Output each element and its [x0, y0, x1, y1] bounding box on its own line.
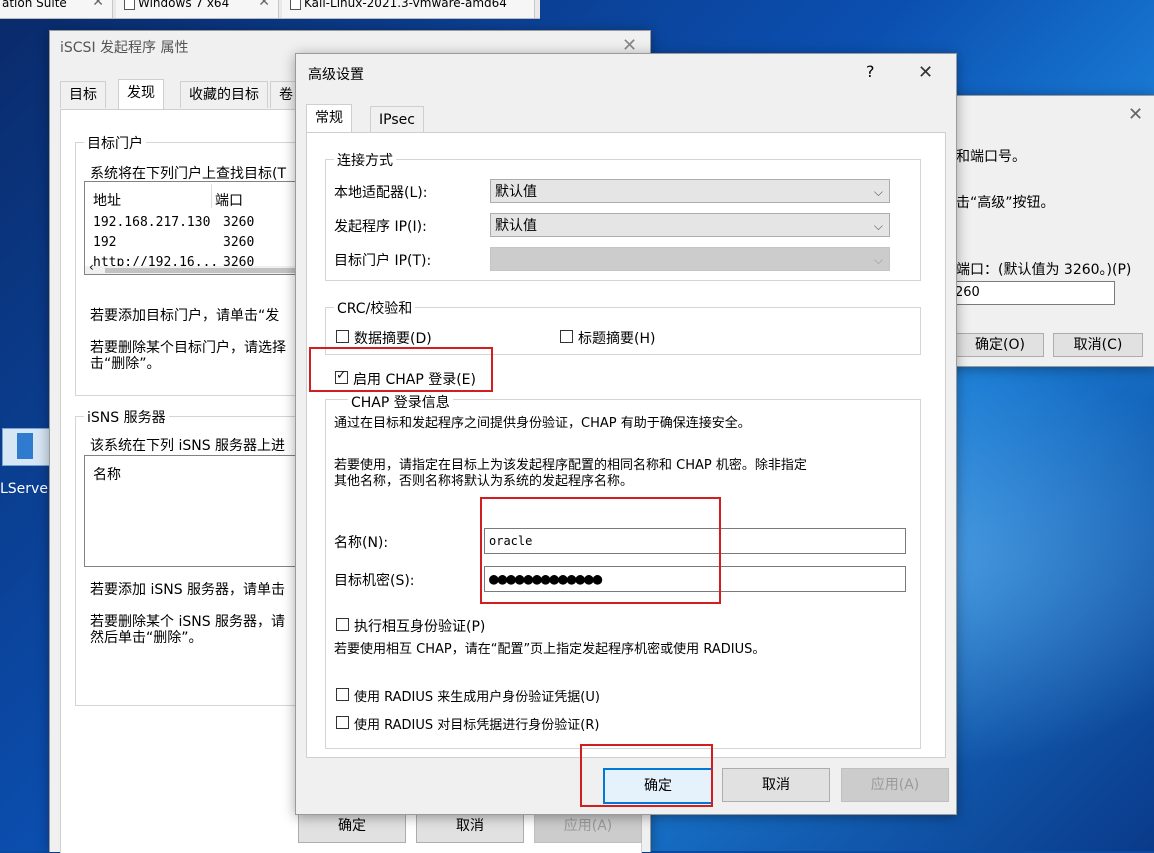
local-adapter-value: 默认值 [495, 184, 537, 200]
vm-tab-strip: ation Suite ✕ Windows 7 x64 ✕ Kali-Linux… [0, 0, 540, 19]
annotation-highlight-enable-chap [309, 347, 493, 392]
vm-tab-1[interactable]: Windows 7 x64 ✕ [116, 0, 279, 18]
portals-description: 系统将在下列门户上查找目标(T [90, 166, 287, 182]
vm-tab-0[interactable]: ation Suite ✕ [0, 0, 113, 18]
server-manager-icon[interactable] [2, 428, 50, 466]
initiator-ip-label: 发起程序 IP(I): [334, 219, 427, 235]
isns-description: 该系统在下列 iSNS 服务器上进 [90, 438, 286, 454]
radius-authenticate-checkbox[interactable] [336, 716, 349, 729]
ok-button[interactable]: 确定(O) [956, 333, 1044, 357]
initiator-ip-value: 默认值 [495, 218, 537, 234]
tab-general[interactable]: 常规 [306, 104, 352, 135]
close-icon[interactable]: ✕ [92, 0, 104, 9]
target-portal-ip-select: ⌵ [490, 247, 890, 271]
tab-ipsec[interactable]: IPsec [370, 106, 424, 133]
vm-tab-label: ation Suite [2, 0, 67, 10]
portal-instruction-2: 击“高级”按钮。 [956, 195, 1055, 211]
scroll-left-icon[interactable]: ‹ [89, 260, 94, 274]
cancel-button[interactable]: 取消 [722, 768, 830, 802]
header-digest-checkbox[interactable] [560, 330, 573, 343]
chevron-down-icon: ⌵ [873, 185, 883, 199]
portal-address[interactable]: 192 [93, 235, 116, 250]
vm-tab-label: Windows 7 x64 [138, 0, 230, 10]
desktop-icon-label: LServe [0, 481, 48, 497]
column-header-address: 地址 [93, 193, 121, 209]
chap-description: 通过在目标和发起程序之间提供身份验证，CHAP 有助于确保连接安全。 [334, 416, 751, 431]
tab-favorite-targets[interactable]: 收藏的目标 [180, 81, 268, 108]
vm-icon [290, 0, 301, 10]
annotation-highlight-credentials [480, 497, 721, 604]
group-legend: CRC/校验和 [334, 298, 416, 318]
local-adapter-select[interactable]: 默认值 ⌵ [490, 179, 890, 203]
connect-using-group: 连接方式 本地适配器(L): 默认值 ⌵ 发起程序 IP(I): 默认值 ⌵ 目… [325, 150, 921, 281]
port-label: 端口：(默认值为 3260。)(P) [956, 262, 1132, 278]
scrollbar-thumb[interactable] [105, 268, 295, 273]
radius-generate-checkbox[interactable] [336, 688, 349, 701]
chevron-down-icon: ⌵ [873, 253, 883, 267]
vm-tab-label: Kali-Linux-2021.3-vmware-amd64 [304, 0, 507, 10]
column-divider [211, 184, 212, 208]
portal-port: 3260 [223, 215, 255, 230]
chevron-down-icon: ⌵ [873, 219, 883, 233]
advanced-settings-dialog: 高级设置 ? ✕ 常规 IPsec 连接方式 本地适配器(L): 默认值 ⌵ 发… [295, 53, 957, 815]
chap-instruction-2: 其他名称，否则名称将默认为系统的发起程序名称。 [334, 474, 634, 489]
chap-name-label: 名称(N): [334, 535, 389, 551]
target-portal-ip-label: 目标门户 IP(T): [334, 253, 432, 269]
portal-port: 3260 [223, 235, 255, 250]
add-portal-hint: 若要添加目标门户，请单击“发 [90, 308, 280, 324]
remove-portal-hint-2: 击“删除”。 [90, 356, 161, 372]
mutual-auth-checkbox[interactable] [336, 618, 349, 631]
local-adapter-label: 本地适配器(L): [334, 185, 428, 201]
portal-address[interactable]: 192.168.217.130 [93, 215, 210, 230]
tab-targets[interactable]: 目标 [60, 81, 106, 108]
help-icon[interactable]: ? [866, 62, 875, 81]
column-header-name: 名称 [93, 467, 121, 483]
remove-isns-hint-2: 然后单击“删除”。 [90, 630, 203, 646]
mutual-auth-hint: 若要使用相互 CHAP，请在“配置”页上指定发起程序机密或使用 RADIUS。 [334, 642, 766, 657]
mutual-auth-label: 执行相互身份验证(P) [354, 619, 486, 635]
apply-button: 应用(A) [841, 768, 949, 802]
portal-instruction-1: 和端口号。 [956, 149, 1026, 165]
data-digest-label: 数据摘要(D) [354, 331, 432, 347]
group-legend: CHAP 登录信息 [348, 392, 453, 412]
annotation-highlight-ok-button [580, 744, 713, 807]
tab-discovery[interactable]: 发现 [118, 79, 164, 110]
data-digest-checkbox[interactable] [336, 330, 349, 343]
general-panel: 连接方式 本地适配器(L): 默认值 ⌵ 发起程序 IP(I): 默认值 ⌵ 目… [306, 132, 946, 758]
vm-tab-2[interactable]: Kali-Linux-2021.3-vmware-amd64 [282, 0, 535, 18]
column-header-port: 端口 [215, 193, 243, 209]
close-icon[interactable]: ✕ [1128, 104, 1143, 125]
chap-secret-label: 目标机密(S): [334, 573, 415, 589]
group-legend: 连接方式 [334, 150, 396, 170]
cancel-button[interactable]: 取消(C) [1053, 333, 1143, 357]
radius-authenticate-label: 使用 RADIUS 对目标凭据进行身份验证(R) [354, 718, 600, 733]
group-legend: iSNS 服务器 [84, 407, 169, 427]
close-icon[interactable]: ✕ [258, 0, 270, 9]
add-isns-hint: 若要添加 iSNS 服务器，请单击 [90, 582, 286, 598]
header-digest-label: 标题摘要(H) [578, 331, 656, 347]
dialog-title: iSCSI 发起程序 属性 [60, 40, 189, 56]
initiator-ip-select[interactable]: 默认值 ⌵ [490, 213, 890, 237]
dialog-title: 高级设置 [308, 67, 364, 83]
close-icon[interactable]: ✕ [918, 62, 933, 83]
port-input[interactable]: 260 [950, 281, 1115, 305]
vm-icon [124, 0, 135, 10]
radius-generate-label: 使用 RADIUS 来生成用户身份验证凭据(U) [354, 690, 600, 705]
group-legend: 目标门户 [84, 133, 146, 153]
